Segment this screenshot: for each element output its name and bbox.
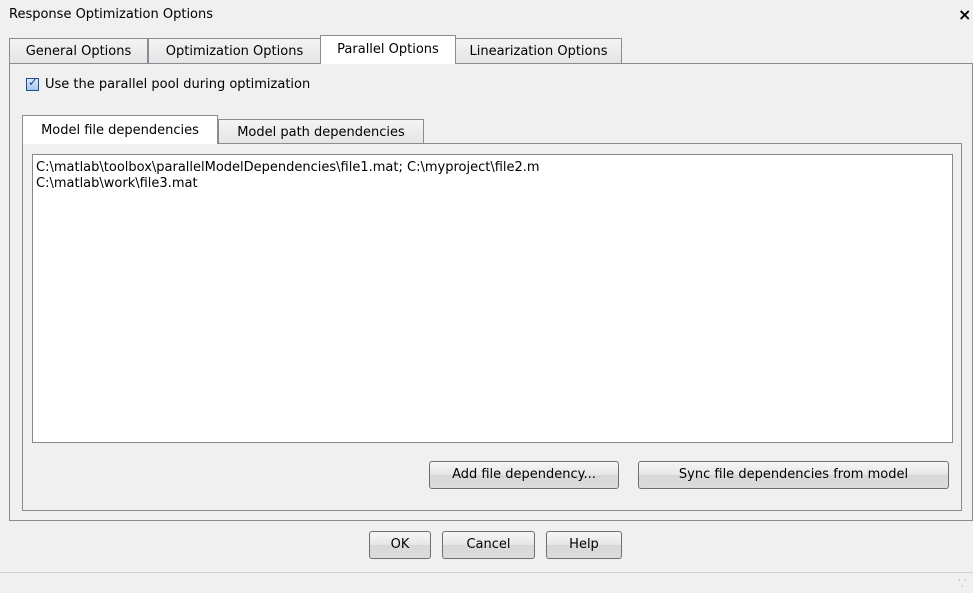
cancel-button[interactable]: Cancel <box>442 531 535 559</box>
sync-file-dependencies-button[interactable]: Sync file dependencies from model <box>638 461 949 489</box>
help-button[interactable]: Help <box>546 531 622 559</box>
use-parallel-pool-label: Use the parallel pool during optimizatio… <box>45 77 311 92</box>
tab-linearization-options[interactable]: Linearization Options <box>455 38 622 63</box>
tab-model-path-dependencies[interactable]: Model path dependencies <box>218 119 424 144</box>
parallel-options-panel: ✓ Use the parallel pool during optimizat… <box>9 63 973 521</box>
close-icon[interactable]: × <box>958 5 973 25</box>
model-file-dependencies-panel: C:\matlab\toolbox\parallelModelDependenc… <box>22 143 962 511</box>
tab-optimization-options[interactable]: Optimization Options <box>148 38 321 63</box>
checkmark-icon: ✓ <box>28 75 39 89</box>
window-title: Response Optimization Options <box>9 7 214 22</box>
status-bar-divider <box>0 572 973 573</box>
tab-parallel-options[interactable]: Parallel Options <box>320 35 456 64</box>
tab-general-options[interactable]: General Options <box>9 38 148 63</box>
file-dependencies-textarea[interactable]: C:\matlab\toolbox\parallelModelDependenc… <box>32 154 953 443</box>
ok-button[interactable]: OK <box>369 531 431 559</box>
resize-grip-icon[interactable]: · · · <box>958 577 970 592</box>
tab-model-file-dependencies[interactable]: Model file dependencies <box>22 115 218 144</box>
use-parallel-pool-checkbox[interactable]: ✓ <box>26 75 39 91</box>
title-bar: Response Optimization Options × <box>0 0 973 30</box>
add-file-dependency-button[interactable]: Add file dependency... <box>429 461 619 489</box>
